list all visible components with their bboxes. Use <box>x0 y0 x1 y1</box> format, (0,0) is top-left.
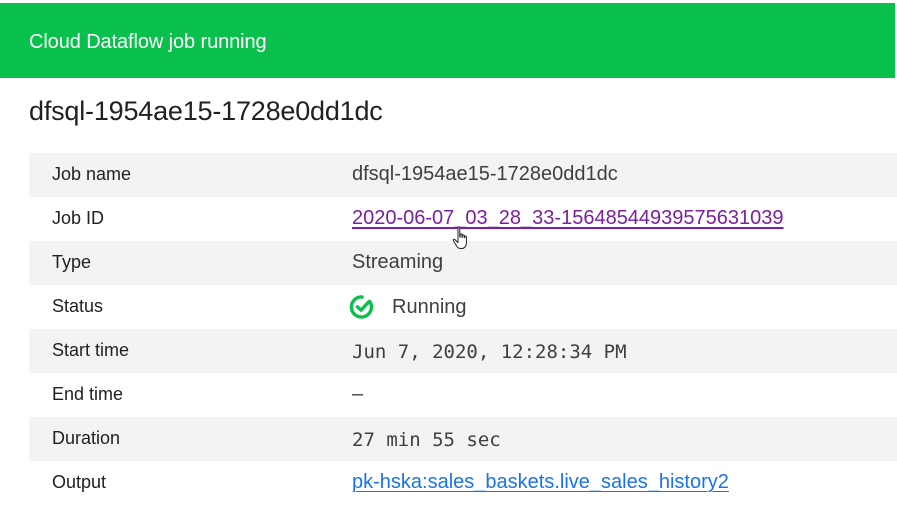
detail-row-job-name: Job name dfsql-1954ae15-1728e0dd1dc <box>29 153 897 197</box>
row-label: Duration <box>52 428 121 448</box>
row-label: Type <box>52 252 92 272</box>
detail-row-duration: Duration 27 min 55 sec <box>29 417 897 461</box>
hand-pointer-icon <box>452 226 467 249</box>
row-label: Status <box>52 296 104 316</box>
detail-row-start-time: Start time Jun 7, 2020, 12:28:34 PM <box>29 329 897 373</box>
detail-row-status: Status Running <box>29 285 897 329</box>
status-text: Running <box>392 295 467 318</box>
job-id-link[interactable]: 2020-06-07_03_28_33-15648544939575631039 <box>352 207 784 230</box>
banner-title: Cloud Dataflow job running <box>29 31 267 53</box>
type-value: Streaming <box>352 251 444 273</box>
row-label: Job name <box>52 164 132 184</box>
page-title: dfsql-1954ae15-1728e0dd1dc <box>29 96 383 126</box>
running-check-icon <box>349 295 374 319</box>
duration-value: 27 min 55 sec <box>352 429 501 451</box>
start-time-value: Jun 7, 2020, 12:28:34 PM <box>352 341 627 363</box>
row-label: Output <box>52 472 107 492</box>
row-label: Start time <box>52 340 130 360</box>
status-banner: Cloud Dataflow job running <box>0 3 895 78</box>
row-label: Job ID <box>52 208 105 228</box>
row-label: End time <box>52 384 124 404</box>
output-link[interactable]: pk-hska:sales_baskets.live_sales_history… <box>352 471 729 494</box>
job-name-value: dfsql-1954ae15-1728e0dd1dc <box>352 163 618 185</box>
detail-row-end-time: End time – <box>29 373 897 417</box>
status-value: Running <box>349 294 467 320</box>
detail-row-output: Output pk-hska:sales_baskets.live_sales_… <box>29 461 897 505</box>
end-time-value: – <box>352 383 364 405</box>
job-details-table: Job name dfsql-1954ae15-1728e0dd1dc Job … <box>29 153 897 505</box>
